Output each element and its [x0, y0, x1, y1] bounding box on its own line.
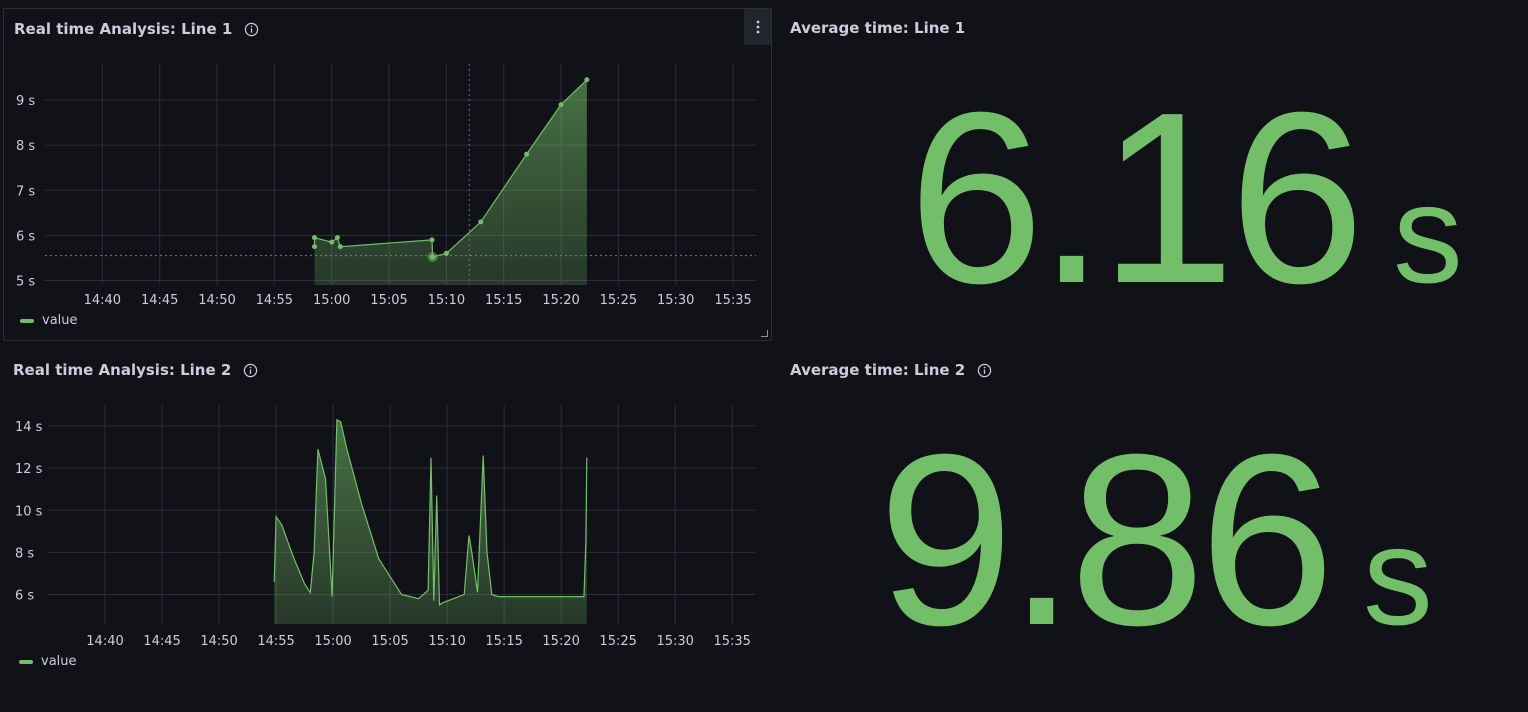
x-tick-label: 14:50 [200, 634, 237, 649]
line2-avg-header: Average time: Line 2 [790, 358, 992, 382]
x-tick-label: 14:40 [84, 293, 121, 308]
y-tick-label: 6 s [15, 589, 34, 604]
y-tick-label: 10 s [15, 504, 43, 519]
y-tick-label: 9 s [16, 94, 35, 109]
data-point [524, 151, 530, 157]
line1-avg-panel[interactable]: Average time: Line 1 6.16 s [780, 8, 1525, 341]
y-tick-label: 6 s [16, 229, 35, 244]
x-tick-label: 15:10 [428, 293, 465, 308]
x-tick-label: 15:15 [485, 293, 522, 308]
x-tick-label: 14:55 [257, 634, 294, 649]
y-tick-label: 7 s [16, 184, 35, 199]
x-tick-label: 14:50 [198, 293, 235, 308]
stat-unit: s [1392, 155, 1463, 312]
data-point [311, 244, 317, 250]
x-tick-label: 14:40 [86, 634, 123, 649]
line1-chart-panel[interactable]: Real time Analysis: Line 1 14:40 14:45 14:… [3, 8, 772, 341]
line2-chart-panel[interactable]: Real time Analysis: Line 2 14:40 14:45 14:… [3, 350, 772, 690]
x-tick-label: 15:20 [542, 634, 579, 649]
resize-handle[interactable] [761, 330, 768, 337]
legend-swatch [19, 659, 33, 664]
line2-avg-stat: 9.86 s [878, 418, 1433, 662]
y-tick-label: 12 s [15, 462, 43, 477]
x-tick-label: 15:10 [428, 634, 465, 649]
y-tick-label: 5 s [16, 274, 35, 289]
x-tick-label: 15:30 [657, 293, 694, 308]
data-point [334, 235, 340, 241]
x-tick-label: 15:05 [371, 634, 408, 649]
stat-number: 6.16 [908, 61, 1365, 334]
stat-unit: s [1362, 497, 1433, 654]
line1-time-series-chart[interactable]: 14:40 14:45 14:50 14:55 15:00 15:05 15:10 15:15… [4, 9, 771, 309]
data-point [478, 219, 484, 225]
x-tick-label: 15:30 [656, 634, 693, 649]
y-tick-label: 14 s [15, 420, 43, 435]
x-tick-label: 15:25 [600, 293, 637, 308]
x-tick-label: 14:45 [143, 634, 180, 649]
series-area [314, 79, 587, 285]
x-tick-label: 15:00 [313, 293, 350, 308]
line2-avg-title[interactable]: Average time: Line 2 [790, 361, 965, 379]
data-point [429, 237, 435, 243]
y-tick-label: 8 s [15, 546, 34, 561]
y-tick-label: 8 s [16, 139, 35, 154]
line2-time-series-chart[interactable]: 14:40 14:45 14:50 14:55 15:00 15:05 15:10 15:15… [3, 350, 770, 650]
line1-avg-stat: 6.16 s [908, 76, 1463, 320]
hover-point [427, 252, 438, 263]
data-point [329, 239, 335, 245]
data-point [337, 244, 343, 250]
line1-legend[interactable]: value [20, 313, 78, 328]
stat-number: 9.86 [878, 403, 1335, 676]
data-point [443, 250, 449, 256]
legend-label: value [41, 654, 77, 669]
data-point [558, 102, 564, 108]
line1-avg-header: Average time: Line 1 [790, 16, 965, 40]
data-point [584, 77, 590, 83]
legend-swatch [20, 318, 34, 323]
data-point [311, 235, 317, 241]
line2-legend[interactable]: value [19, 654, 77, 669]
x-tick-label: 15:35 [713, 634, 750, 649]
x-tick-label: 15:15 [485, 634, 522, 649]
line1-avg-title[interactable]: Average time: Line 1 [790, 19, 965, 37]
x-tick-label: 15:25 [599, 634, 636, 649]
line2-avg-panel[interactable]: Average time: Line 2 9.86 s [780, 350, 1525, 690]
legend-label: value [42, 313, 78, 328]
x-tick-label: 14:55 [256, 293, 293, 308]
series-area [274, 419, 587, 624]
x-tick-label: 15:05 [370, 293, 407, 308]
x-tick-label: 15:20 [542, 293, 579, 308]
x-tick-label: 15:35 [714, 293, 751, 308]
x-tick-label: 14:45 [141, 293, 178, 308]
info-icon[interactable] [977, 363, 992, 378]
x-tick-label: 15:00 [314, 634, 351, 649]
